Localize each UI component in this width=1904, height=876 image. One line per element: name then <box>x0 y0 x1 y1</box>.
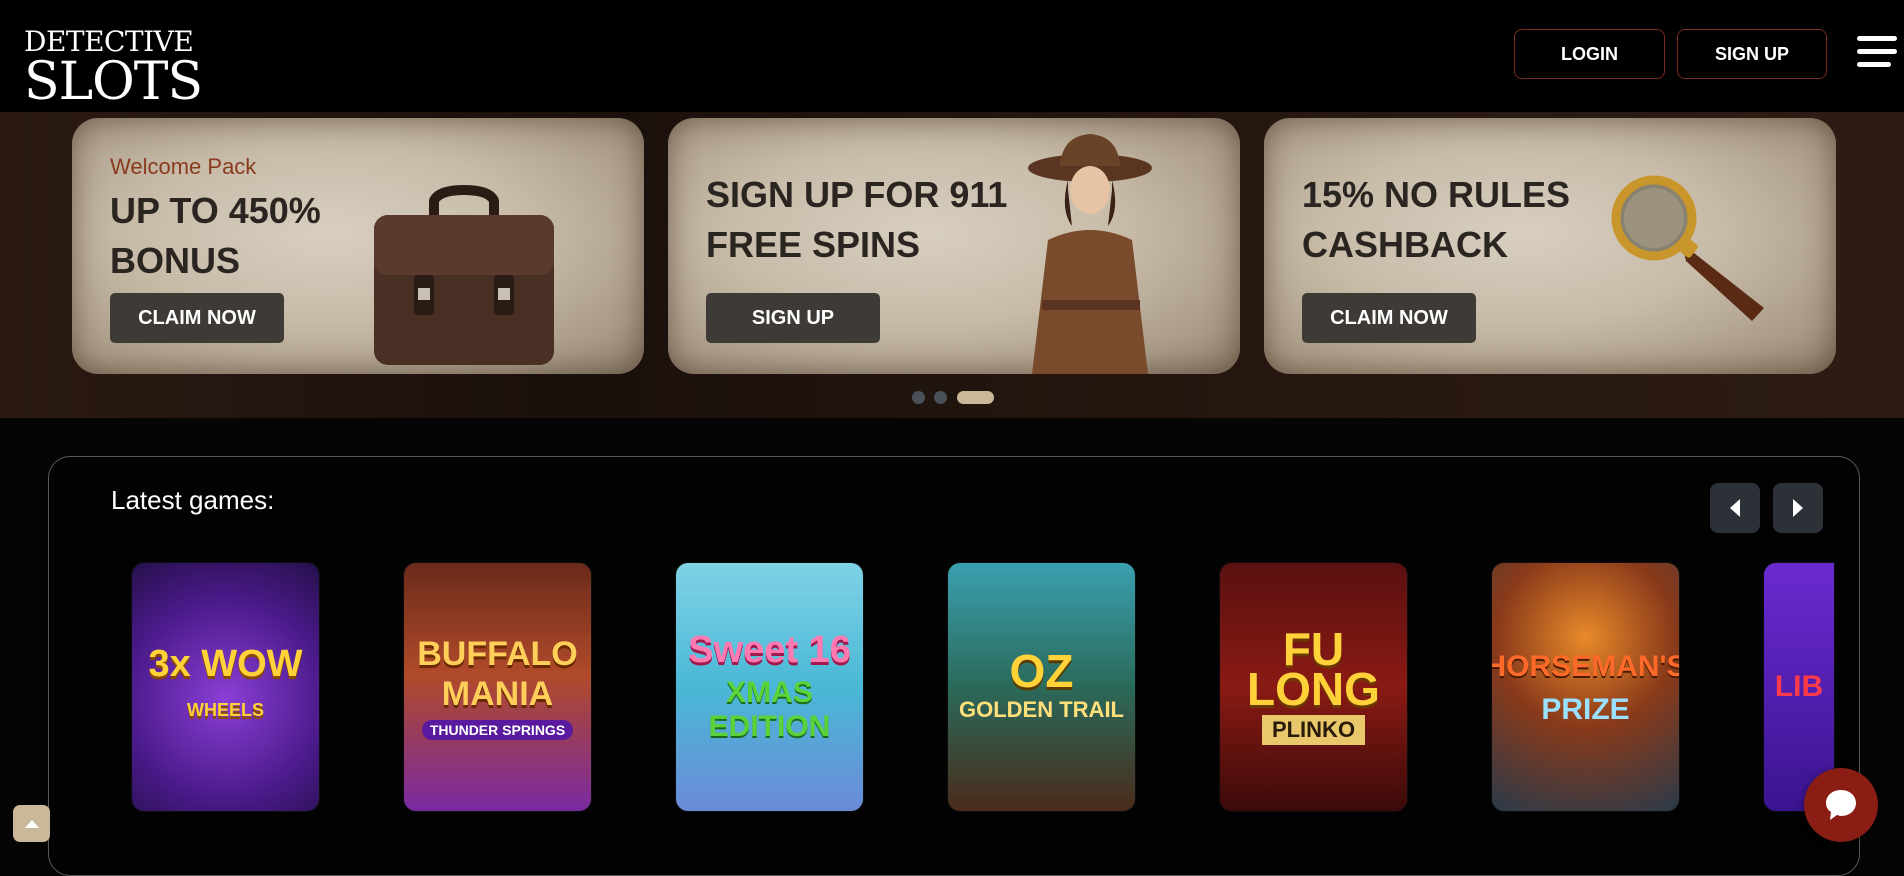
game-tile[interactable]: OZ GOLDEN TRAIL <box>948 563 1135 811</box>
promo-card-free-spins[interactable]: SIGN UP FOR 911 FREE SPINS SIGN UP <box>668 118 1240 374</box>
magnifying-glass-icon <box>1611 175 1764 321</box>
claim-now-button[interactable]: CLAIM NOW <box>1302 293 1476 343</box>
briefcase-icon <box>374 185 554 365</box>
promo-kicker: Welcome Pack <box>110 154 257 179</box>
site-logo[interactable]: DETECTIVE SLOTS <box>24 28 203 112</box>
scroll-to-top-button[interactable] <box>13 805 50 842</box>
promo-headline: SIGN UP FOR 911 FREE SPINS <box>706 174 1008 265</box>
login-button[interactable]: LOGIN <box>1514 29 1665 79</box>
game-tile[interactable]: 3x WOW WHEELS <box>132 563 319 811</box>
chevron-right-icon <box>1793 499 1803 517</box>
game-title: BUFFALO MANIA <box>417 635 578 713</box>
game-title: HORSEMAN'S <box>1492 650 1679 683</box>
chat-bubble-icon <box>1826 790 1856 820</box>
detective-woman-illustration <box>1028 134 1152 374</box>
game-title: Sweet 16 <box>688 629 851 671</box>
chat-launcher-button[interactable] <box>1804 768 1878 842</box>
game-subtitle: THUNDER SPRINGS <box>421 720 574 740</box>
slider-dot[interactable] <box>912 391 925 404</box>
carousel-prev-button[interactable] <box>1710 483 1760 533</box>
section-title: Latest games: <box>111 485 275 515</box>
game-tile[interactable]: Sweet 16 XMAS EDITION <box>676 563 863 811</box>
game-subtitle: PRIZE <box>1541 693 1630 726</box>
game-tile[interactable]: HORSEMAN'S PRIZE <box>1492 563 1679 811</box>
site-header: DETECTIVE SLOTS LOGIN SIGN UP <box>0 0 1904 112</box>
game-title: 3x WOW <box>148 643 303 685</box>
arrow-up-icon <box>24 819 39 828</box>
logo-text-bottom: SLOTS <box>24 52 203 112</box>
game-title: FU LONG <box>1247 623 1380 715</box>
promo-card-welcome[interactable]: Welcome Pack UP TO 450% BONUS CLAIM NOW <box>72 118 644 374</box>
slider-dot[interactable] <box>934 391 947 404</box>
signup-button[interactable]: SIGN UP <box>1677 29 1827 79</box>
game-tile[interactable]: FU LONG PLINKO <box>1220 563 1407 811</box>
game-subtitle: PLINKO <box>1261 715 1366 745</box>
game-title: LIB <box>1774 670 1824 703</box>
promo-card-cashback[interactable]: 15% NO RULES CASHBACK CLAIM NOW <box>1264 118 1836 374</box>
latest-games-section: Latest games: 3x WOW WHEELS BUFFALO MANI… <box>48 456 1860 876</box>
game-subtitle: GOLDEN TRAIL <box>959 697 1124 722</box>
signup-promo-button[interactable]: SIGN UP <box>706 293 880 343</box>
claim-now-button[interactable]: CLAIM NOW <box>110 293 284 343</box>
game-title: OZ <box>1009 645 1074 697</box>
hamburger-icon[interactable] <box>1857 36 1897 70</box>
slider-dot-active[interactable] <box>957 391 994 404</box>
game-subtitle: WHEELS <box>186 700 264 720</box>
game-subtitle: XMAS EDITION <box>708 676 831 743</box>
carousel-next-button[interactable] <box>1773 483 1823 533</box>
chevron-left-icon <box>1730 499 1740 517</box>
promo-headline: 15% NO RULES CASHBACK <box>1302 174 1571 265</box>
game-tile[interactable]: BUFFALO MANIA THUNDER SPRINGS <box>404 563 591 811</box>
